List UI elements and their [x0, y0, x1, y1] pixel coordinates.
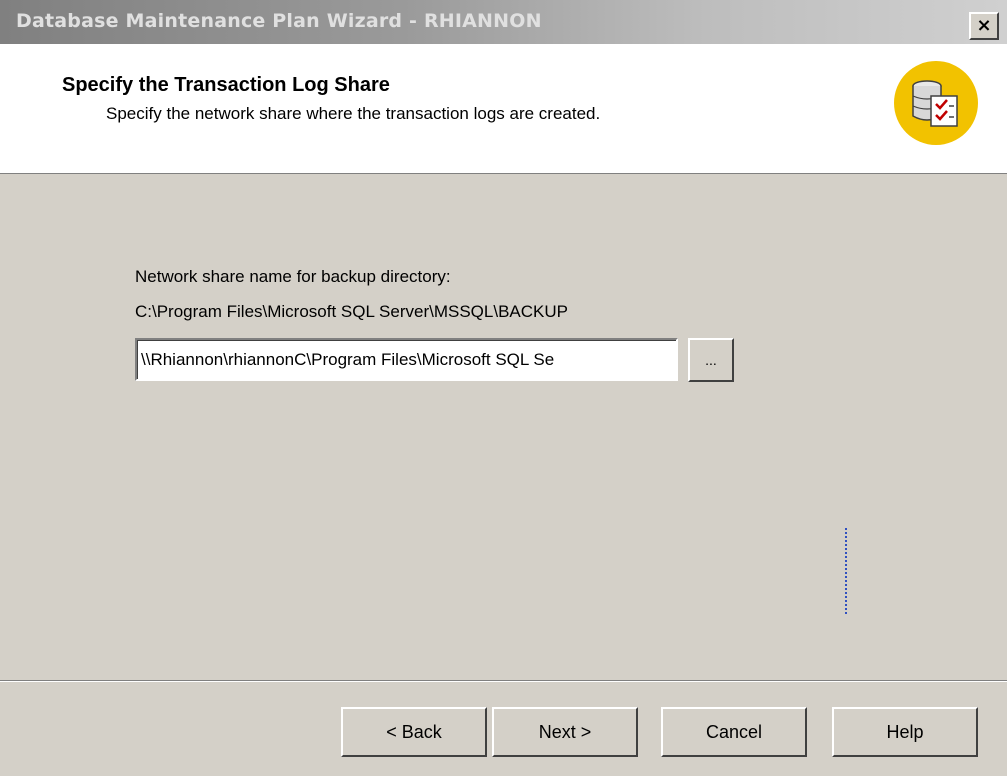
- wizard-header: Specify the Transaction Log Share Specif…: [0, 44, 1007, 174]
- title-bar[interactable]: Database Maintenance Plan Wizard - RHIAN…: [0, 0, 1007, 44]
- database-checklist-icon: [894, 61, 978, 145]
- share-label: Network share name for backup directory:: [135, 267, 451, 286]
- wizard-body: [0, 175, 1007, 680]
- current-path-text: C:\Program Files\Microsoft SQL Server\MS…: [135, 302, 568, 321]
- window-title: Database Maintenance Plan Wizard - RHIAN…: [16, 10, 542, 32]
- close-icon: ×: [976, 15, 992, 36]
- browse-button[interactable]: ...: [688, 338, 734, 382]
- share-name-input[interactable]: [135, 338, 678, 381]
- help-button[interactable]: Help: [832, 707, 978, 757]
- back-button[interactable]: < Back: [341, 707, 487, 757]
- page-description: Specify the network share where the tran…: [106, 104, 601, 123]
- close-button[interactable]: ×: [969, 12, 999, 40]
- next-button[interactable]: Next >: [492, 707, 638, 757]
- wizard-window: Database Maintenance Plan Wizard - RHIAN…: [0, 0, 1007, 776]
- cancel-button[interactable]: Cancel: [661, 707, 807, 757]
- footer-separator: [0, 680, 1007, 682]
- dotted-marker: [845, 528, 849, 614]
- page-title: Specify the Transaction Log Share: [62, 74, 390, 96]
